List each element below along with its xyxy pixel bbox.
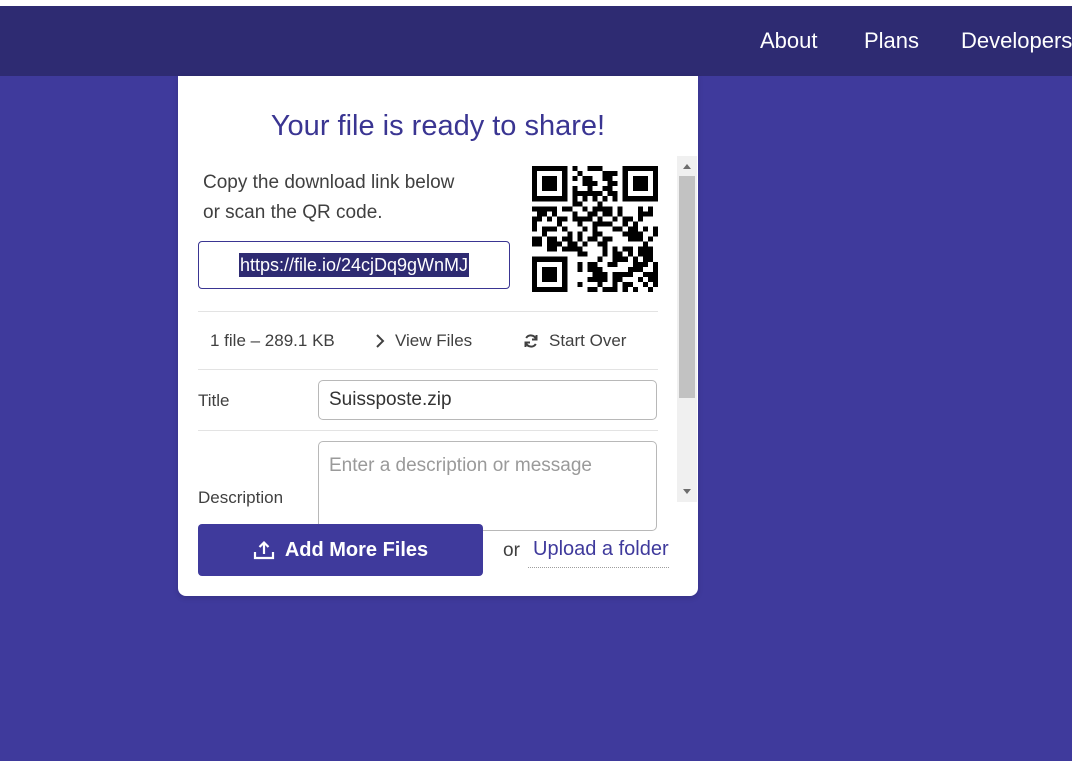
upload-folder-link[interactable]: Upload a folder xyxy=(528,538,669,568)
view-files-label: View Files xyxy=(395,331,473,350)
navbar: About Plans Developers xyxy=(0,6,1072,76)
qr-code xyxy=(532,166,658,292)
description-field[interactable] xyxy=(318,441,657,531)
title-label: Title xyxy=(198,391,230,410)
scrollbar-thumb[interactable] xyxy=(679,176,695,398)
title-input[interactable] xyxy=(318,380,657,420)
divider xyxy=(198,430,658,431)
start-over-link[interactable]: Start Over xyxy=(523,331,626,351)
download-link-value[interactable]: https://file.io/24cjDq9gWnMJ xyxy=(238,253,470,277)
add-more-files-button[interactable]: Add More Files xyxy=(198,524,483,576)
scrollbar[interactable] xyxy=(677,156,697,502)
share-instructions: Copy the download link below or scan the… xyxy=(203,168,503,228)
nav-link-about[interactable]: About xyxy=(760,28,818,54)
refresh-icon xyxy=(524,334,538,348)
or-text: or xyxy=(503,540,520,561)
chevron-right-icon xyxy=(376,334,385,348)
start-over-label: Start Over xyxy=(549,331,627,350)
share-card: Your file is ready to share! Copy the do… xyxy=(178,76,698,596)
add-more-files-label: Add More Files xyxy=(284,538,429,561)
scroll-down-arrow-icon[interactable] xyxy=(683,489,691,494)
divider xyxy=(198,311,658,312)
card-scroll-area: Copy the download link below or scan the… xyxy=(178,156,698,584)
instructions-line-1: Copy the download link below xyxy=(203,172,455,193)
divider xyxy=(198,369,658,370)
upload-icon xyxy=(253,540,274,560)
nav-link-plans[interactable]: Plans xyxy=(864,28,919,54)
description-label: Description xyxy=(198,488,284,507)
download-link-field[interactable]: https://file.io/24cjDq9gWnMJ xyxy=(198,241,510,289)
nav-link-developers[interactable]: Developers xyxy=(961,28,1072,54)
view-files-link[interactable]: View Files xyxy=(375,331,472,351)
file-summary: 1 file – 289.1 KB xyxy=(210,331,335,350)
instructions-line-2: or scan the QR code. xyxy=(203,202,383,223)
card-title: Your file is ready to share! xyxy=(270,110,606,142)
scroll-up-arrow-icon[interactable] xyxy=(683,164,691,169)
